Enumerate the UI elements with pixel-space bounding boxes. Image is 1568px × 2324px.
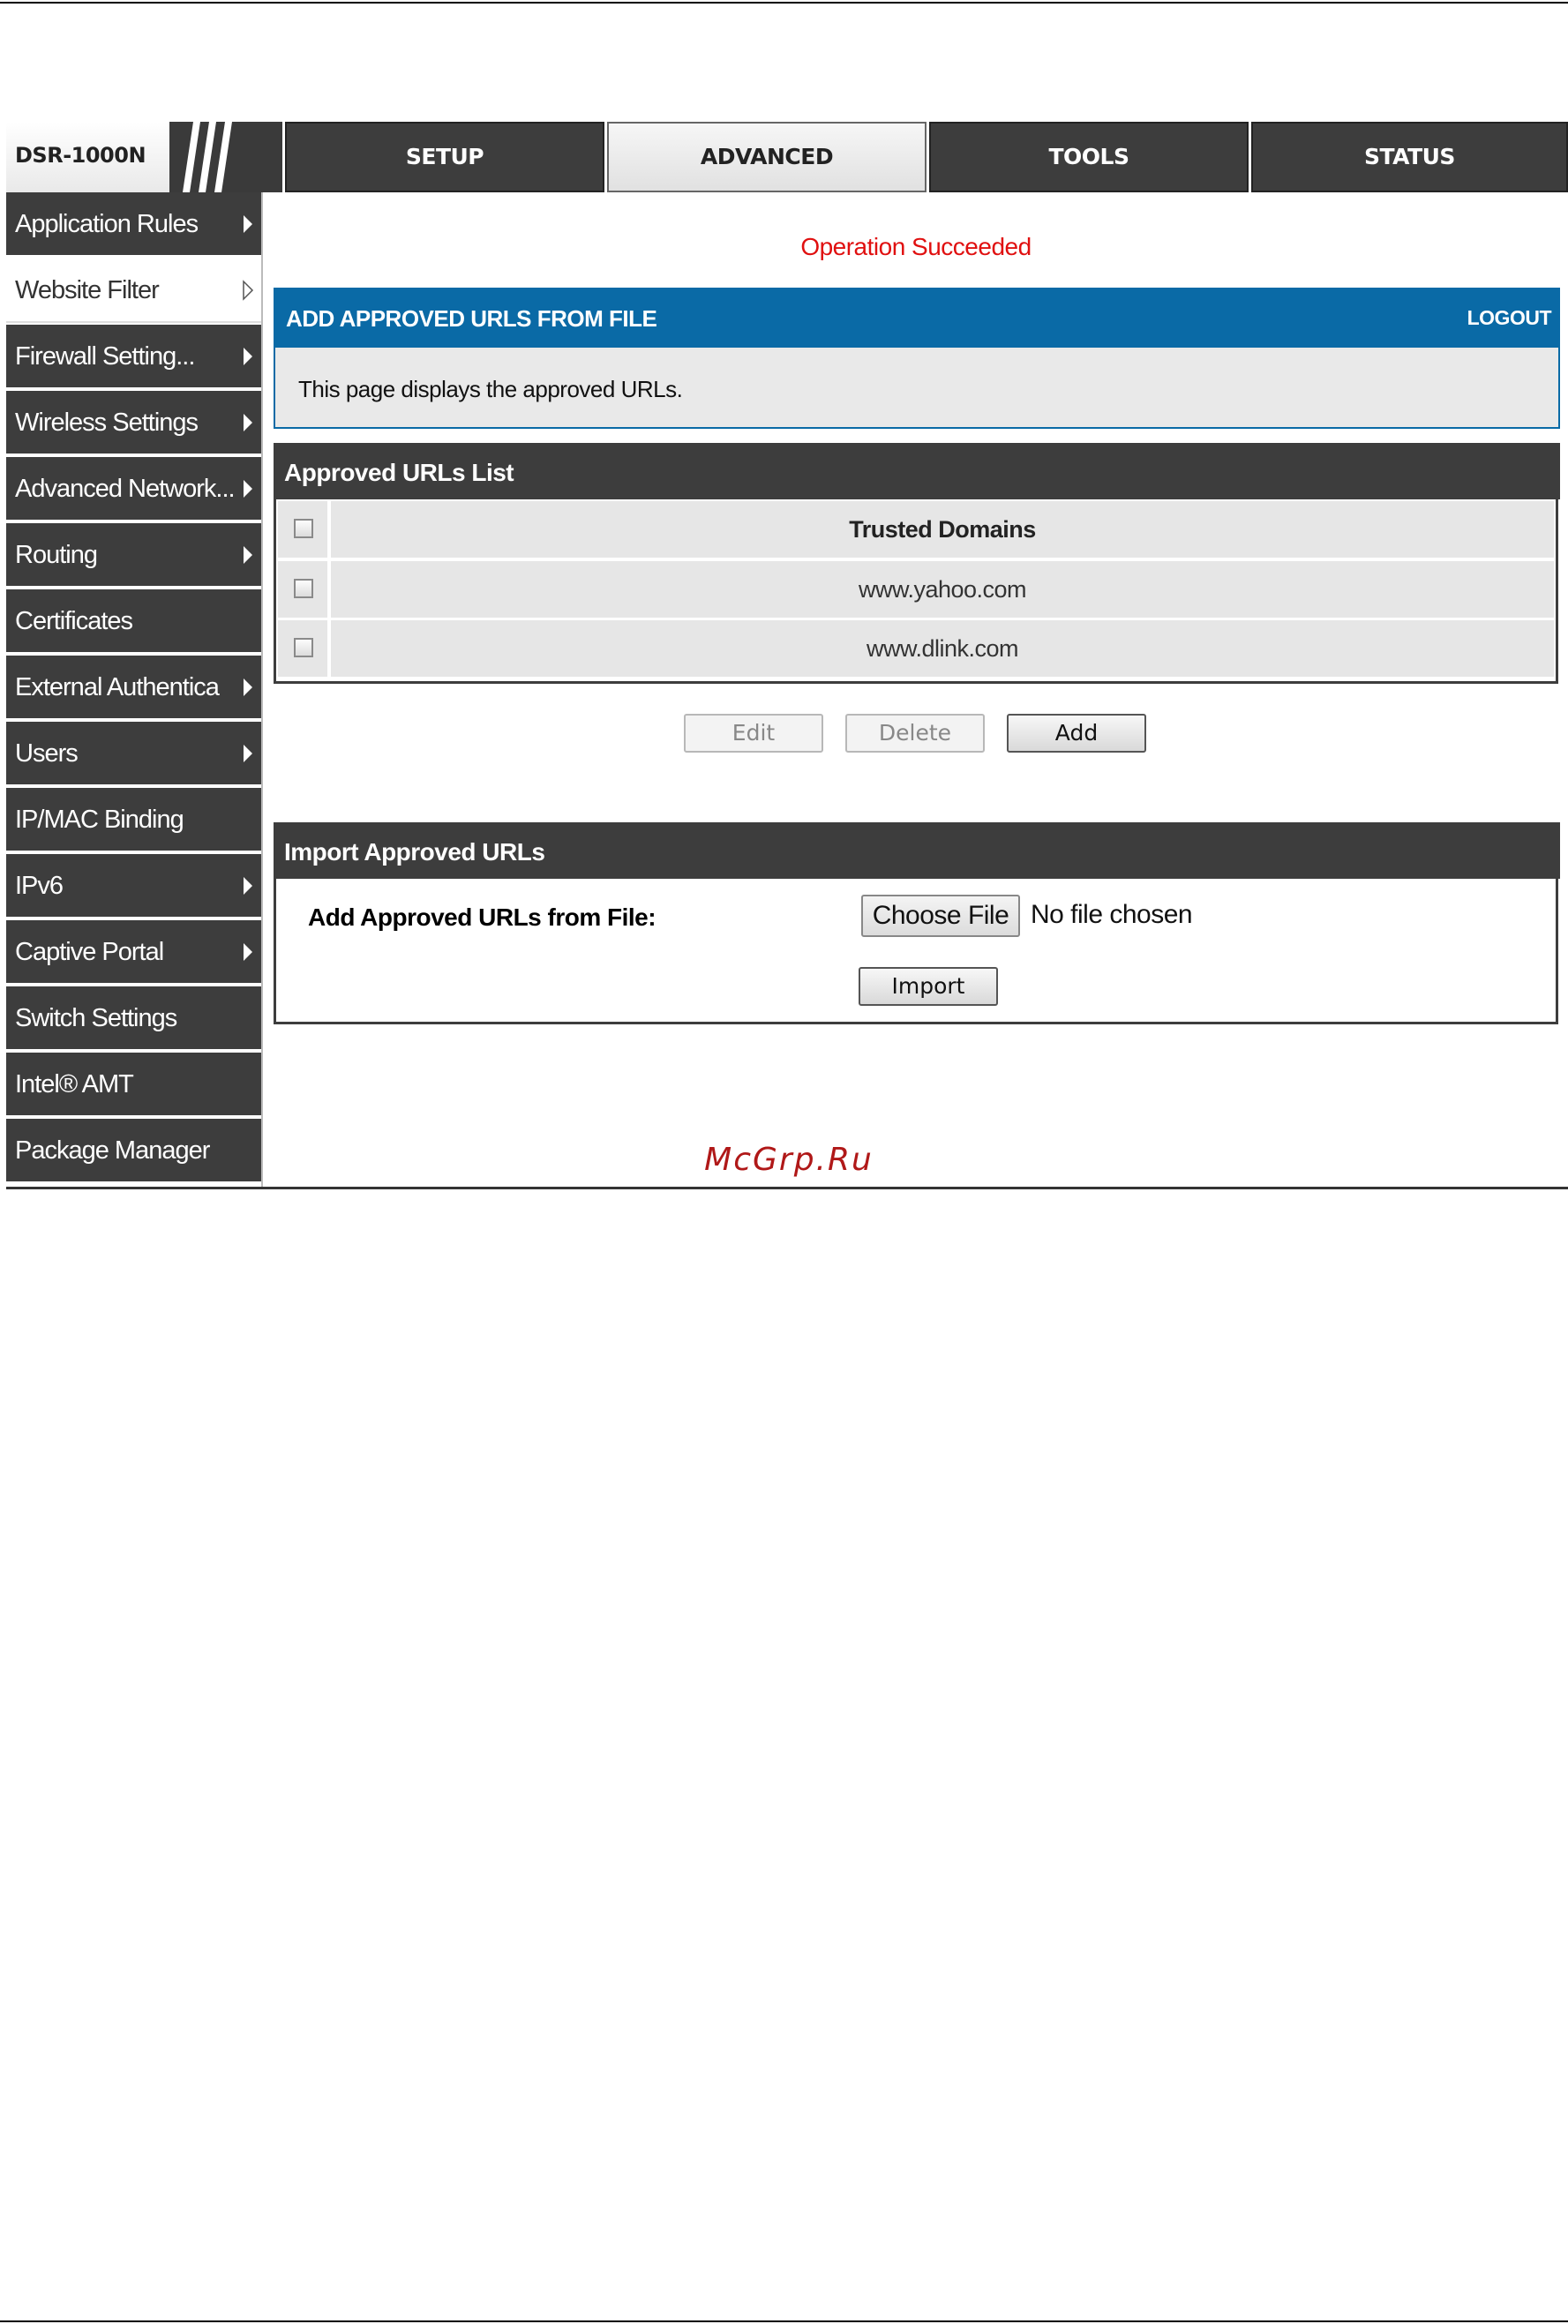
chevron-right-icon — [244, 480, 252, 498]
approved-urls-list-header: Approved URLs List — [274, 443, 1560, 499]
sidebar-item-switch-settings[interactable]: Switch Settings — [6, 986, 261, 1051]
top-nav: DSR-1000N SETUP ADVANCED TOOLS STATUS — [6, 122, 1568, 192]
sidebar-item-label: Application Rules — [15, 210, 199, 238]
chevron-right-icon — [244, 877, 252, 895]
file-field-label: Add Approved URLs from File: — [308, 903, 656, 931]
row-checkbox[interactable] — [294, 579, 313, 598]
sidebar-item-advanced-network[interactable]: Advanced Network... — [6, 457, 261, 521]
sidebar-item-package-manager[interactable]: Package Manager — [6, 1119, 261, 1183]
import-button[interactable]: Import — [859, 967, 998, 1006]
file-status-text: No file chosen — [1031, 900, 1193, 929]
select-all-cell — [278, 501, 327, 558]
table-header-row: Trusted Domains — [276, 501, 1556, 558]
section-title: Import Approved URLs — [284, 838, 545, 866]
chevron-right-outline-icon — [243, 280, 254, 301]
sidebar-item-certificates[interactable]: Certificates — [6, 589, 261, 654]
screenshot-bottom-rule — [6, 1187, 1568, 1189]
page-header: ADD APPROVED URLS FROM FILE LOGOUT — [274, 288, 1560, 348]
import-urls-header: Import Approved URLs — [274, 822, 1560, 879]
sidebar-item-label: Certificates — [15, 607, 133, 635]
sidebar-item-captive-portal[interactable]: Captive Portal — [6, 920, 261, 985]
sidebar: Application Rules Website Filter Firewal… — [6, 192, 261, 1185]
sidebar-item-external-authentication[interactable]: External Authentica — [6, 656, 261, 720]
sidebar-item-label: Routing — [15, 541, 98, 569]
page-description: This page displays the approved URLs. — [298, 376, 683, 402]
sidebar-item-routing[interactable]: Routing — [6, 523, 261, 588]
table-row[interactable]: www.yahoo.com — [276, 561, 1556, 618]
status-message: Operation Succeeded — [800, 233, 1032, 260]
row-select-cell — [278, 620, 327, 677]
tab-setup[interactable]: SETUP — [285, 122, 604, 192]
sidebar-item-label: Website Filter — [15, 276, 160, 304]
sidebar-item-website-filter[interactable]: Website Filter — [6, 259, 261, 323]
chevron-right-icon — [244, 546, 252, 564]
sidebar-item-label: IPv6 — [15, 872, 64, 900]
chevron-right-icon — [244, 414, 252, 431]
sidebar-item-label: Switch Settings — [15, 1004, 177, 1032]
select-all-checkbox[interactable] — [294, 519, 313, 538]
sidebar-item-wireless-settings[interactable]: Wireless Settings — [6, 391, 261, 455]
table-row[interactable]: www.dlink.com — [276, 620, 1556, 677]
row-select-cell — [278, 561, 327, 618]
sidebar-item-label: Firewall Setting... — [15, 342, 195, 371]
brand-label: DSR-1000N — [15, 143, 146, 168]
tab-tools[interactable]: TOOLS — [929, 122, 1249, 192]
sidebar-item-label: Wireless Settings — [15, 409, 199, 437]
page-description-box: This page displays the approved URLs. — [274, 348, 1560, 429]
domain-cell: www.dlink.com — [331, 620, 1554, 677]
sidebar-item-firewall-settings[interactable]: Firewall Setting... — [6, 325, 261, 389]
page-title: ADD APPROVED URLS FROM FILE — [286, 305, 657, 332]
sidebar-item-label: Users — [15, 739, 79, 768]
sidebar-item-users[interactable]: Users — [6, 722, 261, 786]
approved-urls-table: Trusted Domains www.yahoo.com www.dlink.… — [274, 499, 1558, 684]
page-bottom-rule — [0, 2320, 1568, 2322]
brand-area: DSR-1000N — [6, 122, 282, 192]
chevron-right-icon — [244, 215, 252, 233]
watermark: McGrp.Ru — [704, 1142, 874, 1178]
sidebar-item-label: Captive Portal — [15, 938, 164, 966]
page-top-rule — [0, 2, 1568, 4]
sidebar-divider — [261, 192, 263, 1187]
brand-slashes-icon — [183, 122, 232, 192]
sidebar-item-label: Advanced Network... — [15, 475, 236, 503]
sidebar-item-label: IP/MAC Binding — [15, 806, 184, 834]
sidebar-item-application-rules[interactable]: Application Rules — [6, 192, 261, 257]
add-button[interactable]: Add — [1007, 714, 1146, 753]
sidebar-item-label: Intel® AMT — [15, 1070, 134, 1098]
sidebar-item-ip-mac-binding[interactable]: IP/MAC Binding — [6, 788, 261, 852]
choose-file-button[interactable]: Choose File — [861, 895, 1020, 937]
row-checkbox[interactable] — [294, 638, 313, 657]
edit-button[interactable]: Edit — [684, 714, 823, 753]
sidebar-item-ipv6[interactable]: IPv6 — [6, 854, 261, 918]
brand-box: DSR-1000N — [6, 122, 169, 192]
sidebar-item-intel-amt[interactable]: Intel® AMT — [6, 1053, 261, 1117]
column-header-trusted-domains: Trusted Domains — [331, 501, 1554, 558]
chevron-right-icon — [244, 678, 252, 696]
section-title: Approved URLs List — [284, 459, 514, 486]
chevron-right-icon — [244, 745, 252, 762]
logout-link[interactable]: LOGOUT — [1467, 306, 1552, 330]
tab-advanced[interactable]: ADVANCED — [607, 122, 927, 192]
sidebar-item-label: Package Manager — [15, 1136, 210, 1165]
chevron-right-icon — [244, 348, 252, 365]
domain-cell: www.yahoo.com — [331, 561, 1554, 618]
sidebar-item-label: External Authentica — [15, 673, 220, 701]
chevron-right-icon — [244, 943, 252, 961]
delete-button[interactable]: Delete — [845, 714, 985, 753]
import-urls-form: Add Approved URLs from File: Choose File… — [274, 879, 1558, 1024]
tab-status[interactable]: STATUS — [1251, 122, 1568, 192]
